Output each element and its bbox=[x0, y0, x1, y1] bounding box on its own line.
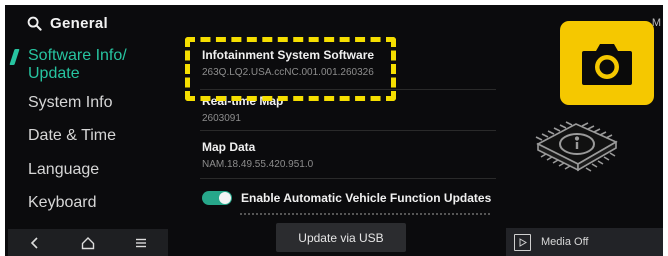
page-title: General bbox=[50, 15, 108, 32]
toggle-description-cropped bbox=[240, 213, 490, 217]
highlight-annotation bbox=[185, 37, 396, 101]
media-status-bar[interactable]: Media Off bbox=[506, 228, 663, 256]
search-header[interactable]: General bbox=[27, 15, 108, 32]
map-data-title: Map Data bbox=[202, 140, 256, 154]
software-info-panel: Infotainment System Software 263Q.LQ2.US… bbox=[180, 5, 498, 215]
chip-info-icon bbox=[535, 121, 618, 172]
camera-button[interactable] bbox=[560, 21, 654, 105]
infotainment-screen: General Software Info/ Update System Inf… bbox=[5, 5, 663, 256]
update-via-usb-button[interactable]: Update via USB bbox=[276, 223, 406, 252]
auto-update-label: Enable Automatic Vehicle Function Update… bbox=[241, 191, 492, 205]
menu-button[interactable] bbox=[126, 232, 156, 254]
home-button[interactable] bbox=[73, 232, 103, 254]
active-indicator bbox=[9, 49, 20, 65]
toggle-knob bbox=[219, 192, 231, 204]
sidebar-item-software-info-line2[interactable]: Update bbox=[28, 64, 80, 84]
divider bbox=[200, 130, 496, 131]
home-icon bbox=[81, 236, 95, 249]
media-play-icon bbox=[514, 233, 531, 251]
sidebar-item-system-info[interactable]: System Info bbox=[28, 93, 112, 113]
sidebar-item-language[interactable]: Language bbox=[28, 160, 99, 180]
search-icon bbox=[27, 16, 42, 31]
divider bbox=[200, 178, 496, 179]
realtime-map-version: 2603091 bbox=[202, 113, 241, 124]
settings-sidebar: General Software Info/ Update System Inf… bbox=[5, 5, 172, 256]
menu-icon bbox=[136, 238, 147, 247]
back-icon bbox=[30, 236, 38, 249]
back-button[interactable] bbox=[20, 232, 50, 254]
media-label: Media Off bbox=[541, 236, 589, 248]
sidebar-item-software-info[interactable]: Software Info/ bbox=[28, 46, 127, 66]
bottom-nav-bar bbox=[8, 229, 168, 256]
sidebar-item-keyboard[interactable]: Keyboard bbox=[28, 193, 97, 213]
map-data-version: NAM.18.49.55.420.951.0 bbox=[202, 159, 314, 170]
camera-icon bbox=[582, 44, 632, 85]
auto-update-toggle-row[interactable]: Enable Automatic Vehicle Function Update… bbox=[202, 191, 491, 205]
auto-update-toggle[interactable] bbox=[202, 191, 232, 205]
sidebar-item-date-time[interactable]: Date & Time bbox=[28, 126, 116, 146]
